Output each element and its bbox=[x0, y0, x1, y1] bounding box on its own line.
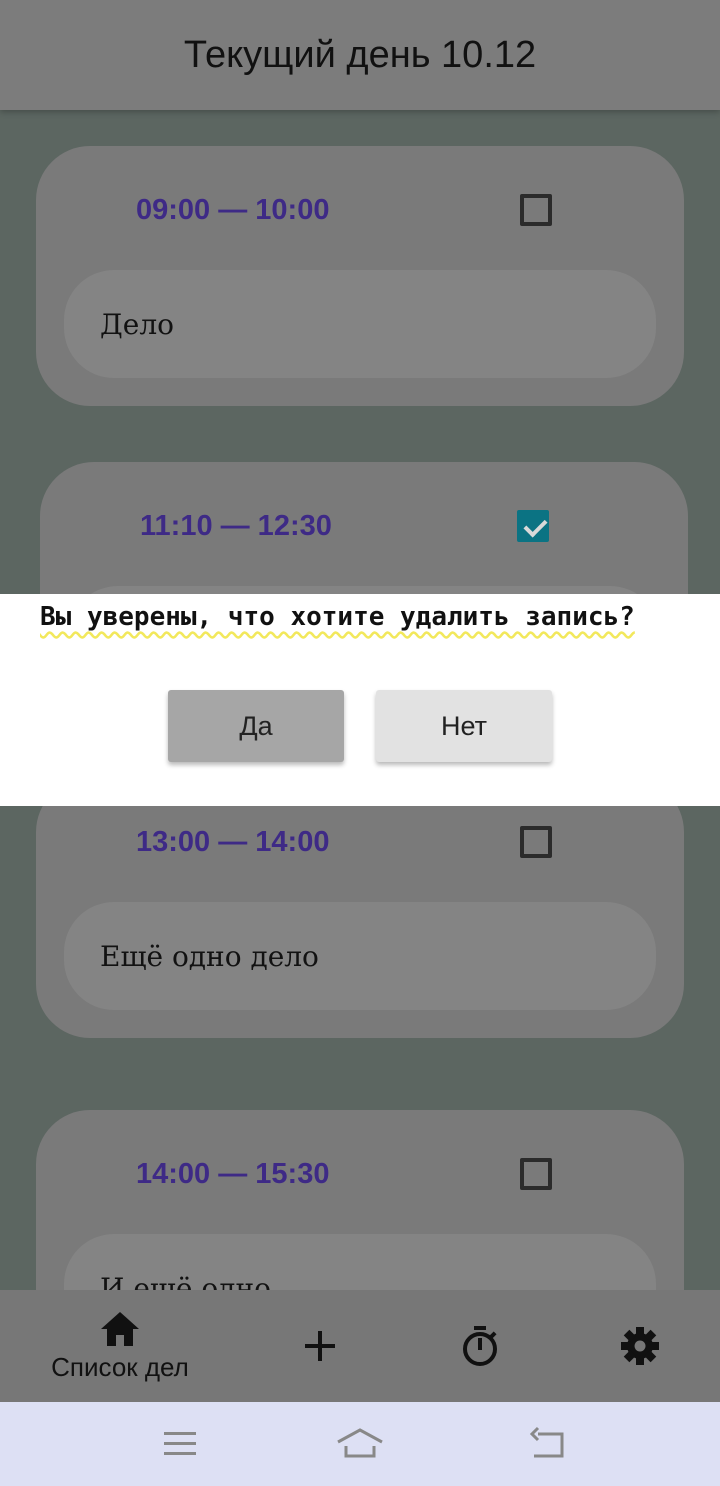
confirm-no-button[interactable]: Нет bbox=[376, 690, 552, 762]
task-time: 11:10 — 12:30 bbox=[140, 510, 332, 542]
task-text[interactable]: Ещё одно дело bbox=[64, 902, 656, 1010]
task-time: 13:00 — 14:00 bbox=[136, 826, 330, 858]
dialog-question-text: Вы уверены, что хотите удалить запись? bbox=[40, 602, 635, 632]
task-text[interactable]: Дело bbox=[64, 270, 656, 378]
confirm-yes-button[interactable]: Да bbox=[168, 690, 344, 762]
task-card[interactable]: 09:00 — 10:00 Дело bbox=[36, 146, 684, 406]
nav-item-task-list[interactable]: Список дел bbox=[30, 1290, 210, 1402]
timer-icon bbox=[463, 1326, 497, 1366]
gear-icon bbox=[621, 1327, 659, 1365]
task-done-checkbox[interactable] bbox=[520, 1158, 552, 1190]
page-title: Текущий день 10.12 bbox=[183, 33, 537, 76]
home-icon bbox=[101, 1311, 139, 1346]
delete-confirm-dialog: Вы уверены, что хотите удалить запись? Д… bbox=[0, 594, 720, 806]
back-icon[interactable] bbox=[528, 1424, 568, 1464]
task-card[interactable]: 13:00 — 14:00 Ещё одно дело bbox=[36, 778, 684, 1038]
task-done-checkbox[interactable] bbox=[520, 194, 552, 226]
task-time: 14:00 — 15:30 bbox=[136, 1158, 330, 1190]
nav-item-timer[interactable] bbox=[440, 1290, 520, 1402]
bottom-navigation: Список дел bbox=[0, 1290, 720, 1402]
nav-label: Список дел bbox=[51, 1351, 189, 1382]
task-time: 09:00 — 10:00 bbox=[136, 194, 330, 226]
system-navigation-bar bbox=[0, 1402, 720, 1486]
nav-item-add[interactable] bbox=[280, 1290, 360, 1402]
task-done-checkbox[interactable] bbox=[517, 510, 549, 542]
plus-icon bbox=[305, 1331, 335, 1361]
nav-item-settings[interactable] bbox=[600, 1290, 680, 1402]
dialog-question: Вы уверены, что хотите удалить запись? bbox=[40, 602, 700, 632]
task-done-checkbox[interactable] bbox=[520, 826, 552, 858]
menu-icon[interactable] bbox=[160, 1424, 200, 1464]
home-outline-icon[interactable] bbox=[336, 1424, 384, 1464]
app-header: Текущий день 10.12 bbox=[0, 0, 720, 110]
